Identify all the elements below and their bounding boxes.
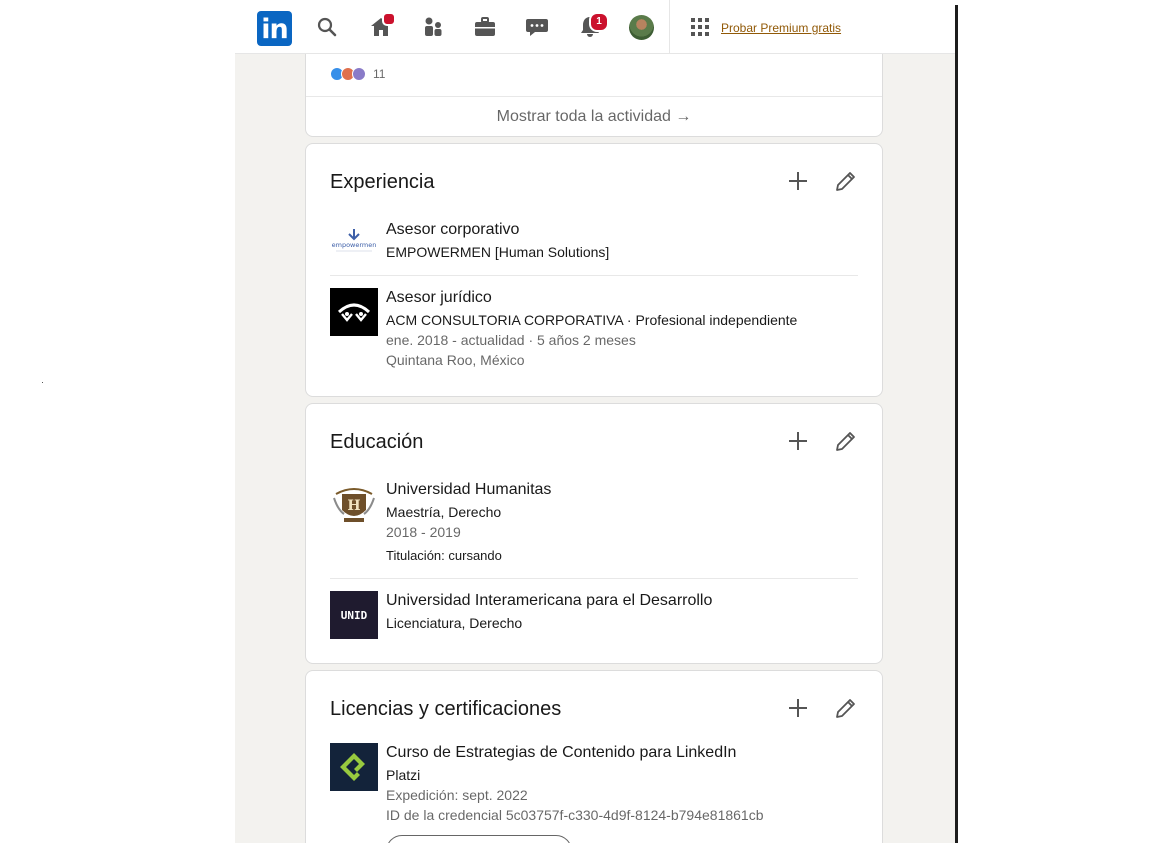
grid-apps-icon[interactable] — [689, 0, 711, 54]
stray-pixel — [42, 382, 43, 383]
home-badge — [382, 12, 396, 26]
search-icon[interactable] — [313, 0, 341, 54]
add-experience-button[interactable] — [782, 165, 814, 197]
acm-logo — [330, 288, 378, 336]
experience-item[interactable]: Asesor jurídico ACM CONSULTORIA CORPORAT… — [330, 288, 858, 374]
school-name: Universidad Humanitas — [386, 481, 552, 498]
profile-page: in 1 Probar Premium gratis 11 Mostrar to… — [235, 0, 955, 843]
pencil-icon — [836, 699, 855, 718]
degree: Maestría, Derecho — [386, 504, 502, 520]
edit-experience-button[interactable] — [830, 165, 862, 197]
plus-icon — [789, 432, 807, 450]
svg-text:UNID: UNID — [341, 609, 368, 622]
degree: Licenciatura, Derecho — [386, 615, 523, 631]
reaction-count: 11 — [373, 67, 386, 81]
job-title: Asesor jurídico — [386, 289, 492, 306]
job-dates: ene. 2018 - actualidad · 5 años 2 meses — [386, 332, 636, 348]
show-all-activity-button[interactable]: Mostrar toda la actividad → — [306, 97, 882, 137]
jobs-icon[interactable] — [472, 0, 498, 54]
pencil-icon — [836, 432, 855, 451]
top-nav: in 1 Probar Premium gratis — [235, 0, 955, 54]
linkedin-logo[interactable]: in — [257, 11, 292, 46]
add-certification-button[interactable] — [782, 692, 814, 724]
issuer: Platzi — [386, 767, 421, 783]
education-title: Educación — [330, 431, 424, 453]
network-icon[interactable] — [420, 0, 446, 54]
premium-link[interactable]: Probar Premium gratis — [721, 21, 841, 35]
add-education-button[interactable] — [782, 425, 814, 457]
education-dates: 2018 - 2019 — [386, 524, 461, 540]
humanitas-logo: H — [330, 480, 378, 528]
company-name: ACM CONSULTORIA CORPORATIVA · Profesiona… — [386, 312, 798, 328]
notifications-icon[interactable]: 1 — [576, 0, 609, 54]
plus-icon — [789, 172, 807, 190]
edit-education-button[interactable] — [830, 425, 862, 457]
notifications-badge: 1 — [589, 12, 609, 32]
edit-certification-button[interactable] — [830, 692, 862, 724]
education-item[interactable]: H Universidad Humanitas Maestría, Derech… — [330, 480, 858, 566]
credential-id: ID de la credencial 5c03757f-c330-4d9f-8… — [386, 807, 764, 823]
empowermen-logo: empowermen — [330, 220, 378, 268]
certifications-title: Licencias y certificaciones — [330, 698, 562, 720]
entry-divider — [330, 578, 858, 579]
company-name: EMPOWERMEN [Human Solutions] — [386, 244, 610, 260]
pencil-icon — [836, 172, 855, 191]
entry-divider — [330, 275, 858, 276]
messaging-icon[interactable] — [524, 0, 550, 54]
plus-icon — [789, 699, 807, 717]
certifications-card: Licencias y certificaciones Curso de Est… — [305, 670, 883, 843]
experience-card: Experiencia empowermen Asesor corporativ… — [305, 143, 883, 397]
me-menu[interactable] — [627, 0, 655, 54]
window-edge — [955, 5, 958, 843]
education-status: Titulación: cursando — [386, 548, 502, 563]
platzi-logo — [330, 743, 378, 791]
unid-logo: UNID — [330, 591, 378, 639]
home-icon[interactable] — [365, 0, 397, 54]
experience-item[interactable]: empowermen Asesor corporativo EMPOWERMEN… — [330, 220, 858, 268]
screen: in 1 Probar Premium gratis 11 Mostrar to… — [0, 0, 1152, 843]
job-location: Quintana Roo, México — [386, 352, 525, 368]
show-credential-button[interactable] — [386, 835, 572, 843]
school-name: Universidad Interamericana para el Desar… — [386, 592, 713, 609]
insightful-reaction-icon — [352, 67, 366, 81]
nav-divider — [669, 0, 670, 54]
reactions-summary[interactable]: 11 — [330, 67, 385, 81]
svg-text:H: H — [347, 498, 360, 514]
certification-name: Curso de Estrategias de Contenido para L… — [386, 744, 737, 761]
svg-text:empowermen: empowermen — [332, 241, 377, 249]
certification-item[interactable]: Curso de Estrategias de Contenido para L… — [330, 743, 858, 843]
education-card: Educación H Universidad Humanitas Maestr… — [305, 403, 883, 664]
job-title: Asesor corporativo — [386, 221, 520, 238]
avatar — [628, 14, 654, 40]
issue-date: Expedición: sept. 2022 — [386, 787, 528, 803]
education-item[interactable]: UNID Universidad Interamericana para el … — [330, 591, 858, 639]
experience-title: Experiencia — [330, 171, 435, 193]
